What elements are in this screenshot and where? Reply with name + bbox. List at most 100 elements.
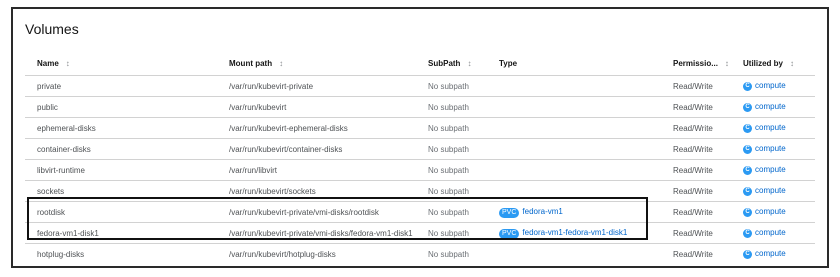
container-icon: C xyxy=(743,249,752,259)
cell-name: rootdisk xyxy=(25,201,217,223)
container-icon: C xyxy=(743,207,752,217)
cell-type xyxy=(487,159,661,181)
cell-subpath: No subpath xyxy=(416,180,487,202)
cell-utilized-by: Ccompute xyxy=(731,75,815,97)
cell-utilized-by: Ccompute xyxy=(731,243,815,264)
table-row: container-disks/var/run/kubevirt/contain… xyxy=(25,138,815,160)
cell-name: container-disks xyxy=(25,138,217,160)
column-header-permissions[interactable]: Permissio... ↕ xyxy=(661,52,731,76)
cell-mount-path: /var/run/kubevirt-ephemeral-disks xyxy=(217,117,416,139)
cell-permissions: Read/Write xyxy=(661,75,731,97)
pvc-badge: PVC xyxy=(499,228,520,239)
cell-subpath: No subpath xyxy=(416,117,487,139)
cell-name: private xyxy=(25,75,217,97)
column-header-name[interactable]: Name ↕ xyxy=(25,52,217,76)
sort-icon[interactable]: ↕ xyxy=(279,59,283,68)
container-link[interactable]: compute xyxy=(755,207,786,216)
cell-mount-path: /var/run/kubevirt xyxy=(217,96,416,118)
cell-name: public xyxy=(25,96,217,118)
cell-type xyxy=(487,243,661,264)
cell-mount-path: /var/run/kubevirt-private xyxy=(217,75,416,97)
table-row: hotplug-disks/var/run/kubevirt/hotplug-d… xyxy=(25,243,815,264)
cell-name: sockets xyxy=(25,180,217,202)
table-row: private/var/run/kubevirt-private No subpa… xyxy=(25,75,815,97)
volumes-table: Name ↕ Mount path ↕ SubPath ↕ Type Permissi… xyxy=(25,52,815,264)
container-icon: C xyxy=(743,165,752,175)
column-header-utilized-by[interactable]: Utilized by ↕ xyxy=(731,52,815,76)
cell-permissions: Read/Write xyxy=(661,201,731,223)
volumes-panel: Volumes Name ↕ Mount path ↕ SubPath ↕ Type … xyxy=(11,7,829,268)
pvc-link[interactable]: fedora-vm1 xyxy=(522,207,562,216)
table-row: rootdisk/var/run/kubevirt-private/vmi-di… xyxy=(25,201,815,223)
cell-type xyxy=(487,75,661,97)
cell-utilized-by: Ccompute xyxy=(731,159,815,181)
column-header-mount-path[interactable]: Mount path ↕ xyxy=(217,52,416,76)
table-header-row: Name ↕ Mount path ↕ SubPath ↕ Type Permissi… xyxy=(25,52,815,76)
cell-subpath: No subpath xyxy=(416,222,487,244)
pvc-badge: PVC xyxy=(499,207,520,218)
cell-mount-path: /var/run/kubevirt-private/vmi-disks/root… xyxy=(217,201,416,223)
cell-type: PVC fedora-vm1-fedora-vm1-disk1 xyxy=(487,222,661,244)
cell-type xyxy=(487,138,661,160)
sort-icon[interactable]: ↕ xyxy=(66,59,70,68)
cell-mount-path: /var/run/libvirt xyxy=(217,159,416,181)
cell-type xyxy=(487,117,661,139)
cell-permissions: Read/Write xyxy=(661,96,731,118)
cell-type xyxy=(487,96,661,118)
container-icon: C xyxy=(743,228,752,238)
cell-permissions: Read/Write xyxy=(661,222,731,244)
table-row: libvirt-runtime/var/run/libvirt No subpat… xyxy=(25,159,815,181)
cell-type xyxy=(487,180,661,202)
table-row: sockets/var/run/kubevirt/sockets No subpa… xyxy=(25,180,815,202)
cell-mount-path: /var/run/kubevirt-private/vmi-disks/fedo… xyxy=(217,222,416,244)
cell-name: ephemeral-disks xyxy=(25,117,217,139)
cell-utilized-by: Ccompute xyxy=(731,138,815,160)
container-icon: C xyxy=(743,186,752,196)
cell-subpath: No subpath xyxy=(416,138,487,160)
container-link[interactable]: compute xyxy=(755,123,786,132)
sort-icon[interactable]: ↕ xyxy=(725,59,729,68)
container-link[interactable]: compute xyxy=(755,81,786,90)
cell-type: PVC fedora-vm1 xyxy=(487,201,661,223)
container-icon: C xyxy=(743,144,752,154)
container-link[interactable]: compute xyxy=(755,186,786,195)
pvc-link[interactable]: fedora-vm1-fedora-vm1-disk1 xyxy=(522,228,627,237)
column-header-type: Type xyxy=(499,59,518,68)
cell-utilized-by: Ccompute xyxy=(731,180,815,202)
cell-name: hotplug-disks xyxy=(25,243,217,264)
container-icon: C xyxy=(743,123,752,133)
cell-name: fedora-vm1-disk1 xyxy=(25,222,217,244)
sort-icon[interactable]: ↕ xyxy=(467,59,471,68)
page-title: Volumes xyxy=(25,21,79,37)
container-link[interactable]: compute xyxy=(755,165,786,174)
cell-utilized-by: Ccompute xyxy=(731,222,815,244)
container-icon: C xyxy=(743,102,752,112)
container-link[interactable]: compute xyxy=(755,144,786,153)
column-header-subpath[interactable]: SubPath ↕ xyxy=(416,52,487,76)
cell-utilized-by: Ccompute xyxy=(731,201,815,223)
cell-subpath: No subpath xyxy=(416,201,487,223)
cell-subpath: No subpath xyxy=(416,96,487,118)
cell-permissions: Read/Write xyxy=(661,243,731,264)
cell-permissions: Read/Write xyxy=(661,117,731,139)
sort-icon[interactable]: ↕ xyxy=(790,59,794,68)
table-row: public/var/run/kubevirt No subpath Read/Wr… xyxy=(25,96,815,118)
cell-subpath: No subpath xyxy=(416,75,487,97)
table-row: ephemeral-disks/var/run/kubevirt-ephemer… xyxy=(25,117,815,139)
container-link[interactable]: compute xyxy=(755,228,786,237)
cell-mount-path: /var/run/kubevirt/sockets xyxy=(217,180,416,202)
cell-mount-path: /var/run/kubevirt/hotplug-disks xyxy=(217,243,416,264)
cell-utilized-by: Ccompute xyxy=(731,96,815,118)
cell-subpath: No subpath xyxy=(416,159,487,181)
cell-permissions: Read/Write xyxy=(661,180,731,202)
cell-mount-path: /var/run/kubevirt/container-disks xyxy=(217,138,416,160)
container-link[interactable]: compute xyxy=(755,102,786,111)
container-link[interactable]: compute xyxy=(755,249,786,258)
cell-subpath: No subpath xyxy=(416,243,487,264)
cell-name: libvirt-runtime xyxy=(25,159,217,181)
cell-permissions: Read/Write xyxy=(661,138,731,160)
cell-permissions: Read/Write xyxy=(661,159,731,181)
cell-utilized-by: Ccompute xyxy=(731,117,815,139)
container-icon: C xyxy=(743,81,752,91)
table-row: fedora-vm1-disk1/var/run/kubevirt-privat… xyxy=(25,222,815,244)
